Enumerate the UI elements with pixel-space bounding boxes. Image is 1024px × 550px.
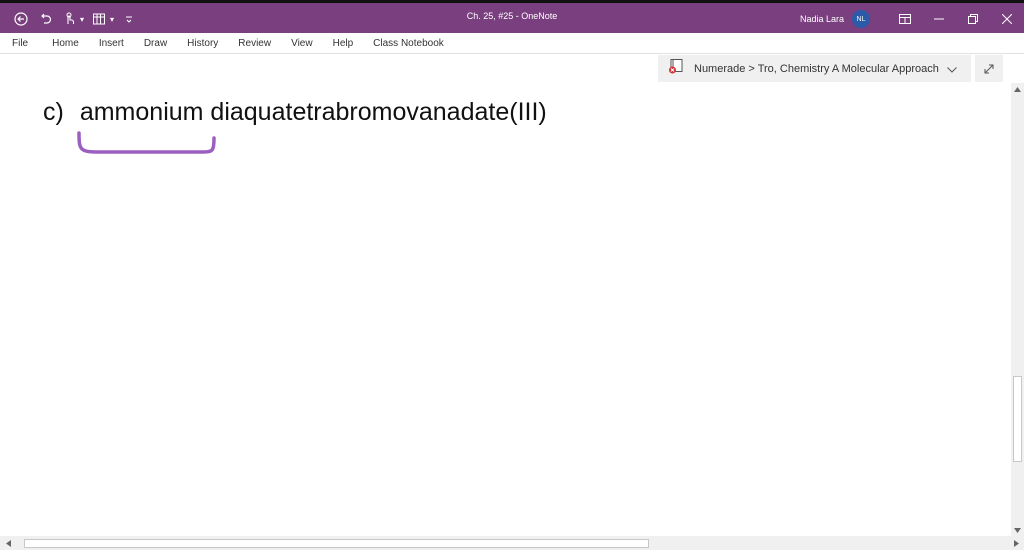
menu-history[interactable]: History xyxy=(177,38,228,49)
expand-icon[interactable] xyxy=(975,55,1003,82)
scroll-down-icon[interactable] xyxy=(1011,524,1024,536)
ribbon-display-icon[interactable] xyxy=(888,6,922,32)
menu-help[interactable]: Help xyxy=(323,38,364,49)
close-icon[interactable] xyxy=(990,6,1024,32)
note-content: ammonium diaquatetrabromovanadate(III) xyxy=(79,98,547,126)
minimize-icon[interactable] xyxy=(922,6,956,32)
menu-draw[interactable]: Draw xyxy=(134,38,177,49)
menu-class-notebook[interactable]: Class Notebook xyxy=(363,38,454,49)
title-bar-right: Nadia Lara NL xyxy=(800,6,1024,32)
horizontal-scroll-thumb[interactable] xyxy=(24,539,649,548)
title-bar: ▾ ▾ Ch. 25, #25 - OneNote Nadia Lara NL xyxy=(0,0,1024,33)
menu-view[interactable]: View xyxy=(281,38,323,49)
scroll-left-icon[interactable] xyxy=(2,537,14,549)
scroll-up-icon[interactable] xyxy=(1011,83,1024,95)
menu-file[interactable]: File xyxy=(0,38,42,49)
restore-icon[interactable] xyxy=(956,6,990,32)
ink-underline-bracket xyxy=(77,131,216,154)
horizontal-scrollbar[interactable] xyxy=(0,536,1024,550)
notebook-path: Numerade > Tro, Chemistry A Molecular Ap… xyxy=(694,62,939,75)
user-name[interactable]: Nadia Lara xyxy=(800,14,844,24)
menu-home[interactable]: Home xyxy=(42,38,89,49)
chevron-down-icon[interactable] xyxy=(947,60,957,78)
notebook-selector[interactable]: Numerade > Tro, Chemistry A Molecular Ap… xyxy=(658,55,971,82)
note-text[interactable]: c) ammonium diaquatetrabromovanadate(III) xyxy=(43,98,547,127)
vertical-scroll-thumb[interactable] xyxy=(1013,376,1022,462)
menu-bar: File Home Insert Draw History Review Vie… xyxy=(0,33,1024,54)
menu-insert[interactable]: Insert xyxy=(89,38,134,49)
avatar[interactable]: NL xyxy=(852,10,870,28)
notebook-sync-error-icon xyxy=(668,58,684,79)
note-prefix: c) xyxy=(43,98,64,126)
menu-review[interactable]: Review xyxy=(228,38,281,49)
scroll-right-icon[interactable] xyxy=(1010,537,1022,549)
vertical-scrollbar[interactable] xyxy=(1011,83,1024,536)
